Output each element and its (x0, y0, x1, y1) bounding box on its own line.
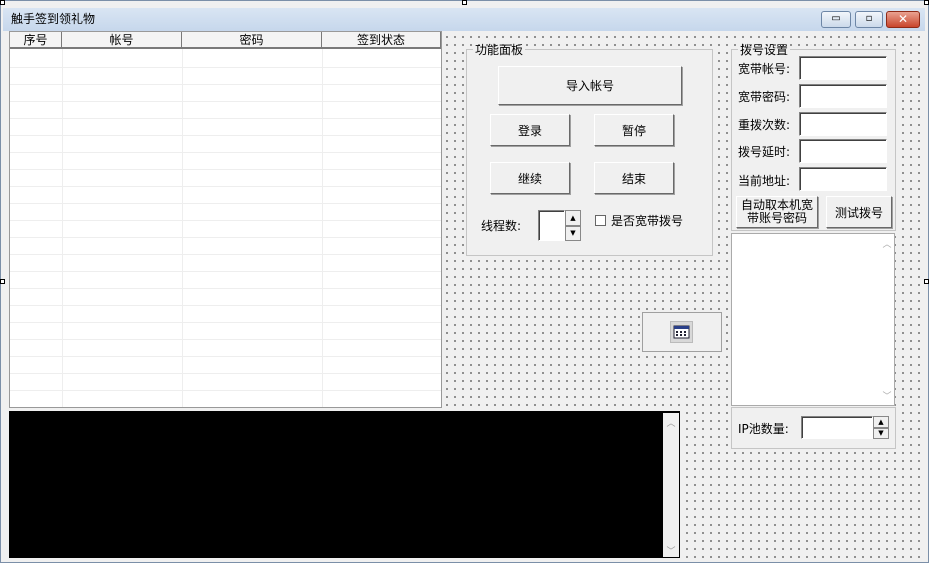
end-button[interactable]: 结束 (594, 162, 674, 194)
redial-count-input[interactable] (799, 112, 887, 136)
table-row[interactable] (10, 119, 441, 136)
scroll-up-icon[interactable]: ︿ (880, 237, 894, 250)
table-row[interactable] (10, 102, 441, 119)
dial-settings-title: 拨号设置 (740, 43, 789, 57)
table-row[interactable] (10, 340, 441, 357)
table-row[interactable] (10, 153, 441, 170)
log-console[interactable] (9, 411, 680, 558)
import-accounts-button[interactable]: 导入帐号 (498, 66, 682, 105)
resize-handle[interactable] (0, 0, 5, 5)
restore-button[interactable]: ▫ (855, 11, 883, 28)
scroll-down-icon[interactable]: ﹀ (880, 389, 894, 402)
resize-handle[interactable] (462, 0, 467, 5)
table-row[interactable] (10, 170, 441, 187)
title-bar[interactable] (3, 8, 925, 31)
column-header-account[interactable]: 帐号 (62, 32, 182, 49)
table-row[interactable] (10, 391, 441, 407)
current-address-input[interactable] (799, 167, 887, 191)
broadband-account-input[interactable] (799, 56, 887, 80)
table-row[interactable] (10, 357, 441, 374)
column-header-index[interactable]: 序号 (10, 32, 62, 49)
table-row[interactable] (10, 374, 441, 391)
grid-column-line (322, 49, 323, 407)
broadband-dial-label[interactable]: 是否宽带拨号 (611, 213, 683, 229)
resize-handle[interactable] (924, 279, 929, 284)
table-row[interactable] (10, 289, 441, 306)
console-scrollbar[interactable]: ︿ ﹀ (663, 413, 679, 557)
table-row[interactable] (10, 255, 441, 272)
timer-control[interactable] (642, 312, 722, 352)
scroll-down-icon[interactable]: ﹀ (663, 544, 679, 557)
resize-handle[interactable] (0, 279, 5, 284)
close-button[interactable]: ✕ (886, 11, 920, 28)
redial-count-label: 重拨次数: (738, 118, 791, 132)
dial-delay-input[interactable] (799, 139, 887, 163)
test-dial-button[interactable]: 测试拨号 (826, 196, 892, 228)
auto-fetch-credentials-button[interactable]: 自动取本机宽带账号密码 (736, 196, 818, 228)
column-header-password[interactable]: 密码 (182, 32, 322, 49)
ip-list-box[interactable] (731, 233, 895, 406)
resize-handle[interactable] (924, 0, 929, 5)
broadband-password-label: 宽带密码: (738, 90, 791, 104)
login-button[interactable]: 登录 (490, 114, 570, 146)
threads-label: 线程数: (481, 219, 522, 233)
ip-pool-label: IP池数量: (738, 422, 789, 436)
table-row[interactable] (10, 136, 441, 153)
table-row[interactable] (10, 272, 441, 289)
minimize-button[interactable]: ▭ (821, 11, 851, 28)
table-row[interactable] (10, 51, 441, 68)
calendar-icon (670, 321, 693, 343)
current-address-label: 当前地址: (738, 174, 791, 188)
window-title: 触手签到领礼物 (11, 12, 96, 26)
broadband-account-label: 宽带帐号: (738, 62, 791, 76)
column-header-status[interactable]: 签到状态 (322, 32, 441, 49)
ip-pool-spin-up[interactable]: ▲ (873, 416, 889, 428)
ip-pool-input[interactable] (801, 416, 873, 439)
table-row[interactable] (10, 221, 441, 238)
table-row[interactable] (10, 85, 441, 102)
broadband-dial-checkbox[interactable] (595, 215, 606, 226)
ip-pool-spin-down[interactable]: ▼ (873, 428, 889, 439)
table-row[interactable] (10, 204, 441, 221)
broadband-password-input[interactable] (799, 84, 887, 108)
table-row[interactable] (10, 238, 441, 255)
grid-column-line (182, 49, 183, 407)
scroll-up-icon[interactable]: ︿ (663, 416, 679, 429)
table-row[interactable] (10, 306, 441, 323)
table-row[interactable] (10, 187, 441, 204)
continue-button[interactable]: 继续 (490, 162, 570, 194)
pause-button[interactable]: 暂停 (594, 114, 674, 146)
function-panel-title: 功能面板 (475, 43, 524, 57)
dial-delay-label: 拨号延时: (738, 145, 791, 159)
threads-input[interactable] (538, 210, 565, 241)
threads-spin-down[interactable]: ▼ (565, 226, 581, 241)
account-grid[interactable]: 序号 帐号 密码 签到状态 (9, 31, 442, 408)
threads-spin-up[interactable]: ▲ (565, 210, 581, 226)
grid-column-line (62, 49, 63, 407)
table-row[interactable] (10, 323, 441, 340)
table-row[interactable] (10, 68, 441, 85)
ip-list-scrollbar[interactable]: ︿ ﹀ (880, 236, 894, 404)
